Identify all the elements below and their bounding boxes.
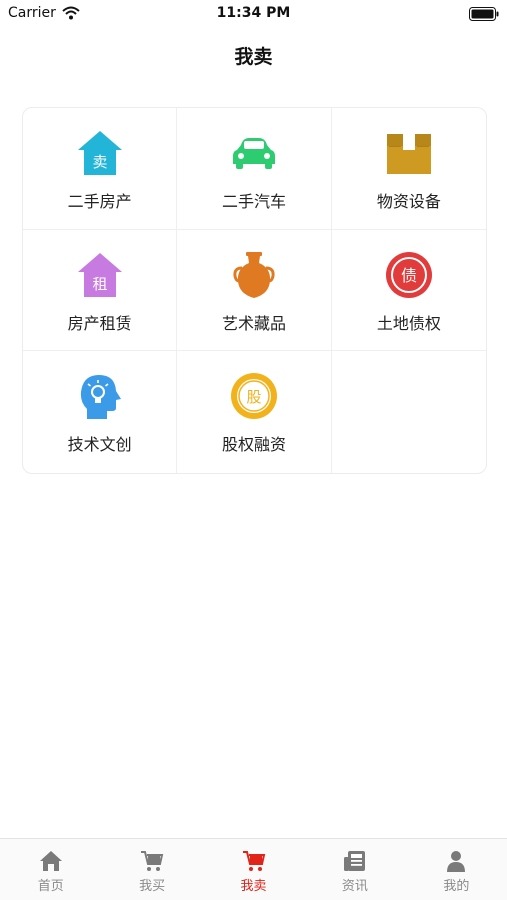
tab-home[interactable]: 首页 <box>0 839 101 900</box>
tab-buy[interactable]: 我买 <box>101 839 202 900</box>
house-sell-icon-text: 卖 <box>92 153 107 171</box>
tab-bar: 首页 我买 我卖 资讯 我的 <box>0 838 507 900</box>
category-art-collectibles[interactable]: 艺术藏品 <box>177 229 332 352</box>
status-time: 11:34 PM <box>216 5 291 21</box>
vase-icon <box>229 250 279 300</box>
tab-label: 我的 <box>443 879 470 894</box>
cart-sell-icon <box>242 849 266 873</box>
box-icon <box>384 128 434 178</box>
tab-sell[interactable]: 我卖 <box>203 839 304 900</box>
tab-label: 我卖 <box>240 879 267 894</box>
category-label: 二手汽车 <box>221 192 286 211</box>
person-icon <box>444 849 468 873</box>
battery-icon <box>469 6 499 21</box>
house-rent-icon-text: 租 <box>92 275 107 293</box>
idea-head-icon <box>75 371 125 421</box>
category-label: 物资设备 <box>376 192 441 211</box>
home-icon <box>39 849 63 873</box>
category-tech-culture[interactable]: 技术文创 <box>23 351 178 473</box>
equity-coin-icon: 股 <box>229 371 279 421</box>
category-property-rental[interactable]: 租 房产租赁 <box>23 229 178 352</box>
house-sell-icon: 卖 <box>75 128 125 178</box>
category-label: 艺术藏品 <box>221 313 286 333</box>
tab-me[interactable]: 我的 <box>406 839 507 900</box>
category-label: 技术文创 <box>67 435 132 455</box>
category-label: 房产租赁 <box>67 313 132 333</box>
category-label: 土地债权 <box>376 313 441 333</box>
status-bar: Carrier 11:34 PM <box>0 0 507 28</box>
tab-news[interactable]: 资讯 <box>304 839 405 900</box>
equity-coin-icon-text: 股 <box>246 388 261 406</box>
car-icon <box>229 128 279 178</box>
category-equipment[interactable]: 物资设备 <box>331 108 486 230</box>
page-title: 我卖 <box>234 46 273 68</box>
cart-icon <box>140 849 164 873</box>
empty-cell <box>332 351 486 473</box>
tab-label: 资讯 <box>341 879 368 894</box>
category-label: 股权融资 <box>221 435 286 455</box>
tab-label: 我买 <box>139 879 166 894</box>
news-icon <box>343 849 367 873</box>
category-land-debt[interactable]: 债 土地债权 <box>331 230 486 352</box>
category-second-hand-property[interactable]: 卖 二手房产 <box>23 108 178 230</box>
category-used-car[interactable]: 二手汽车 <box>177 108 332 230</box>
tab-label: 首页 <box>37 879 64 894</box>
category-grid: 卖 二手房产 二手汽车 物资设备 租 房产租赁 艺术藏品 债 土地债权 技术文创… <box>22 107 487 474</box>
category-equity-financing[interactable]: 股 股权融资 <box>177 351 332 473</box>
debt-badge-icon: 债 <box>384 250 434 300</box>
category-label: 二手房产 <box>67 192 132 211</box>
house-rent-icon: 租 <box>75 250 125 300</box>
debt-badge-icon-text: 债 <box>401 266 417 285</box>
